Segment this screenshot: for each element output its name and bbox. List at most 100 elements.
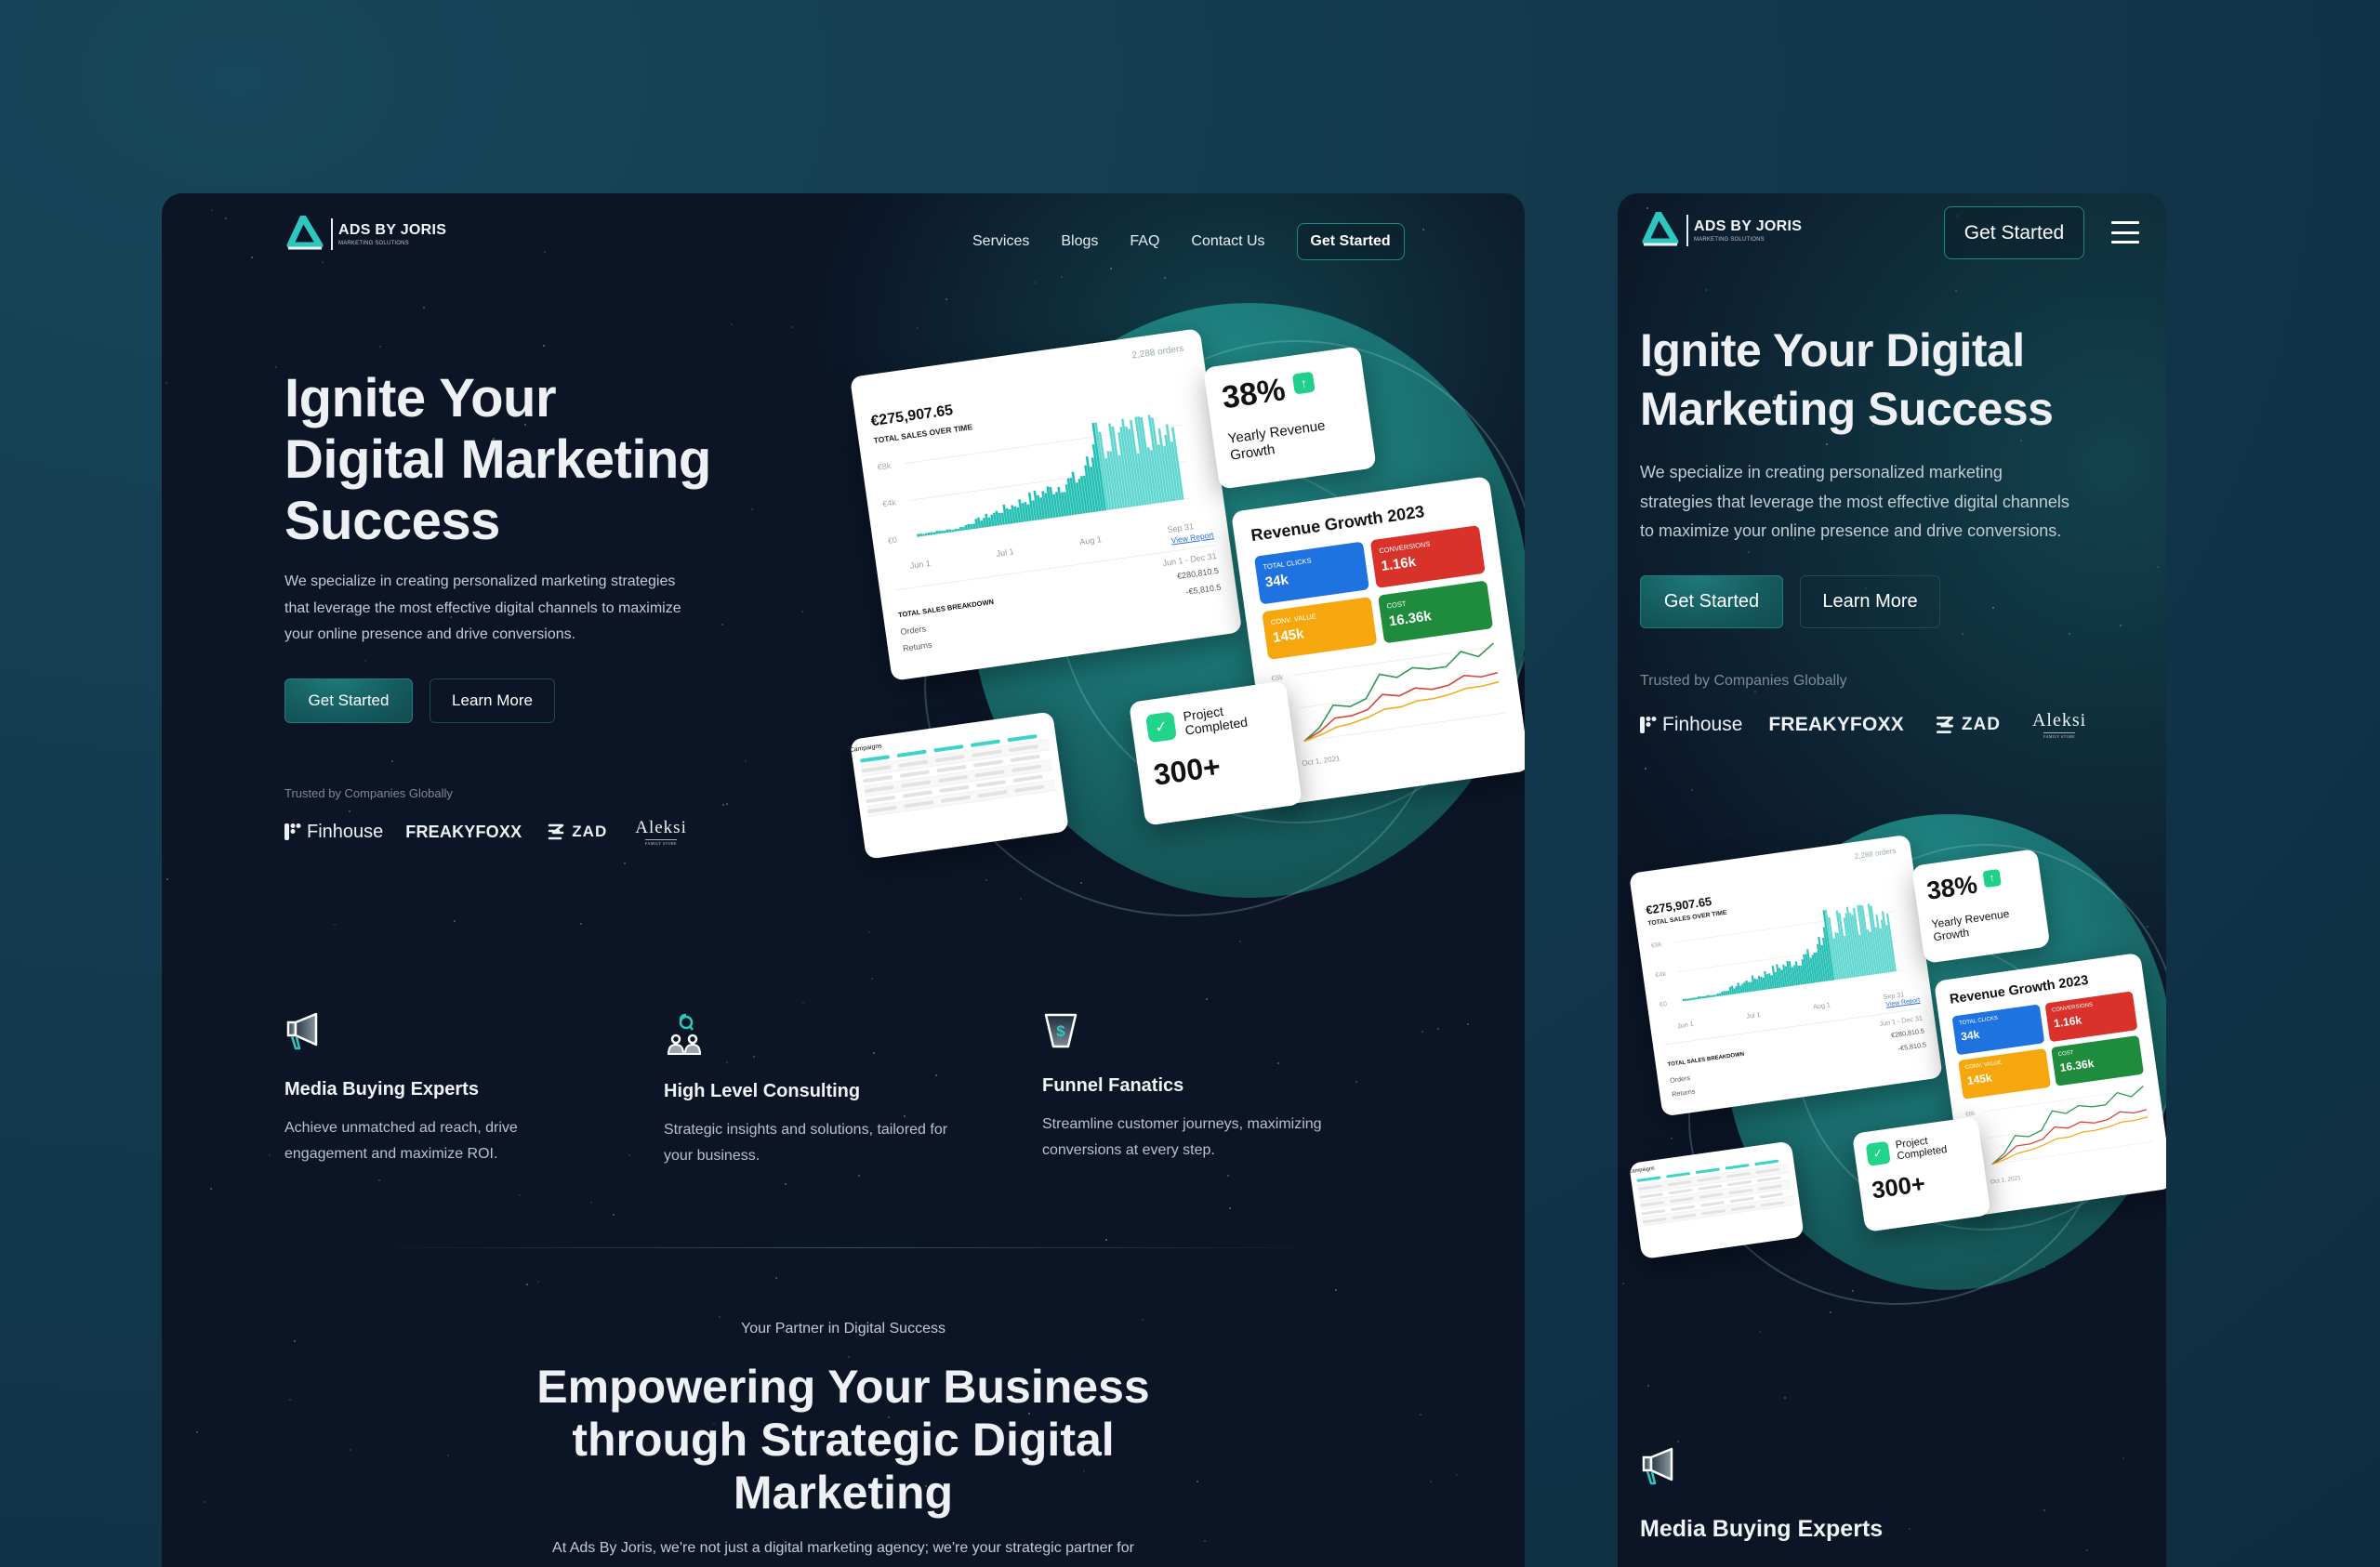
orders-value: €280,810.5 [1890, 1026, 1925, 1039]
brand-aleksi-sub: FAMILY STORE [2043, 732, 2076, 739]
kpi-tile: COST 16.36k [1378, 580, 1494, 644]
brand-aleksi-sub: FAMILY STORE [645, 839, 678, 846]
campaign-cell [933, 744, 964, 753]
sales-bar [930, 532, 933, 535]
star-dot [590, 1202, 593, 1205]
star-dot [1034, 282, 1037, 284]
star-dot [1622, 1283, 1625, 1285]
sales-bar [972, 523, 976, 530]
sales-bar [964, 524, 968, 531]
growth-value: 38% [1924, 869, 1979, 905]
brand-finhouse: Finhouse [284, 822, 383, 843]
campaign-cell [1008, 744, 1039, 753]
star-dot [250, 256, 253, 258]
project-card: ✓ Project Completed 300+ [1852, 1116, 1991, 1233]
funnel-dollar-icon: $ [1044, 1013, 1078, 1048]
star-dot [378, 345, 381, 348]
sales-bar [945, 529, 949, 533]
project-value: 300+ [1151, 748, 1223, 792]
sales-x-tick: Jul 1 [1745, 1009, 1761, 1021]
star-dot [1961, 632, 1964, 635]
campaign-cell [1727, 1179, 1752, 1187]
campaign-cell [864, 784, 894, 794]
hero-title-line: Ignite Your Digital [1640, 324, 2025, 376]
sales-bar [922, 533, 925, 536]
star-dot [293, 1340, 296, 1343]
sales-x-tick: Jul 1 [995, 546, 1015, 559]
star-dot [801, 1002, 804, 1005]
kpi-tile: CONV. VALUE 145k [1958, 1047, 2051, 1100]
star-dot [2019, 439, 2022, 441]
project-card: ✓ Project Completed 300+ [1129, 680, 1302, 826]
brand-name: ADS BY JORIS [1694, 217, 1803, 234]
mobile-get-started-button[interactable]: Get Started [1944, 206, 2084, 259]
gridline [1987, 1114, 2149, 1139]
kpi-tile: CONV. VALUE 145k [1262, 596, 1378, 660]
campaign-cell [899, 770, 930, 778]
campaign-cell [1014, 784, 1045, 793]
campaign-cell [972, 749, 1002, 757]
campaign-cell [866, 795, 896, 804]
campaign-cell [937, 774, 969, 784]
nav-services[interactable]: Services [972, 233, 1029, 250]
dashboard-illustration: 2,288 orders €275,907.65 TOTAL SALES OVE… [1629, 814, 2166, 1316]
zad-icon [1936, 716, 1953, 733]
brand-aleksi-name: Aleksi [2031, 710, 2087, 731]
star-dot [1227, 1174, 1230, 1177]
star-dot [1163, 277, 1166, 280]
star-dot [790, 326, 793, 329]
showcase-background: ADS BY JORIS MARKETING SOLUTIONS Service… [0, 0, 2380, 1567]
feature-media-buying: Media Buying Experts [1640, 1446, 2105, 1543]
hero-learn-more-button[interactable]: Learn More [1800, 575, 1940, 628]
campaign-cell [1754, 1159, 1779, 1166]
logo-divider [1686, 215, 1688, 246]
project-label: Project Completed [1182, 703, 1249, 739]
feature-desc-line: conversions at every step. [1042, 1142, 1215, 1158]
sales-bar [1716, 993, 1719, 996]
growth-label: Yearly Revenue Growth [1930, 906, 2011, 944]
sales-bar [943, 530, 946, 533]
sales-bar [1714, 994, 1717, 996]
sales-y-tick: €4k [1655, 968, 1667, 979]
sales-x-tick: Aug 1 [1812, 999, 1831, 1011]
nav-contact-us[interactable]: Contact Us [1191, 233, 1264, 250]
campaign-cell [859, 755, 891, 763]
brand-aleksi: Aleksi FAMILY STORE [2032, 710, 2086, 739]
nav-get-started-button[interactable]: Get Started [1296, 223, 1405, 260]
sales-bar [1723, 990, 1726, 995]
brand-logo[interactable]: ADS BY JORIS MARKETING SOLUTIONS [1640, 212, 1802, 249]
sales-bar [1703, 995, 1707, 998]
star-dot [1691, 789, 1694, 792]
project-label: Project Completed [1895, 1135, 1949, 1163]
hero-get-started-button[interactable]: Get Started [1640, 575, 1783, 628]
brand-logo[interactable]: ADS BY JORIS MARKETING SOLUTIONS [284, 216, 446, 253]
campaign-cell [970, 739, 1001, 747]
sales-bar [919, 533, 923, 537]
growth-value: 38% [1220, 372, 1288, 416]
logo-triangle-icon [1642, 212, 1679, 246]
sales-bar [970, 523, 973, 530]
sales-bar [961, 526, 965, 531]
sales-bar [948, 529, 952, 533]
star-dot [454, 920, 456, 923]
campaign-cell [902, 790, 932, 798]
hero-learn-more-button[interactable]: Learn More [430, 678, 555, 723]
sales-bar [1720, 991, 1724, 996]
nav-faq[interactable]: FAQ [1130, 233, 1159, 250]
star-dot [543, 345, 546, 348]
hero-get-started-button[interactable]: Get Started [284, 678, 413, 723]
sales-card: 2,288 orders €275,907.65 TOTAL SALES OVE… [850, 328, 1243, 681]
logo-triangle-icon [286, 216, 324, 250]
campaign-cell [940, 795, 972, 803]
star-dot [800, 610, 803, 612]
star-dot [1437, 1027, 1440, 1030]
star-dot [725, 803, 728, 806]
nav-blogs[interactable]: Blogs [1061, 233, 1098, 250]
sales-bar [924, 533, 928, 536]
mobile-preview: ADS BY JORIS MARKETING SOLUTIONS Get Sta… [1618, 193, 2166, 1567]
star-dot [165, 878, 168, 881]
hamburger-menu-icon[interactable] [2111, 221, 2139, 244]
star-dot [1467, 1023, 1470, 1026]
sales-bar [1697, 995, 1700, 999]
returns-value: -€5,810.5 [1897, 1040, 1927, 1053]
